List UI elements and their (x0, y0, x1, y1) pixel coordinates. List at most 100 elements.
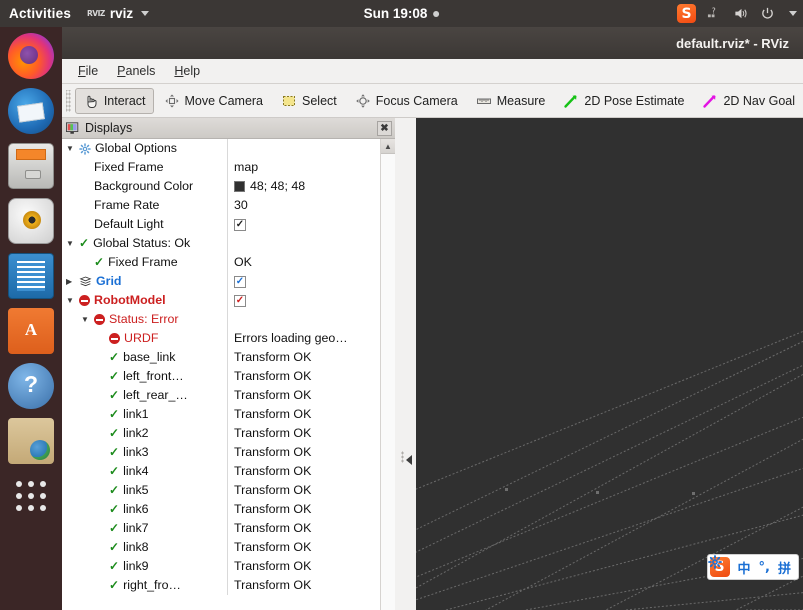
activities-button[interactable]: Activities (0, 6, 81, 21)
displays-tree-row[interactable]: ✓link2Transform OK (62, 424, 380, 443)
displays-tree-row-value[interactable]: ✓ (227, 291, 380, 310)
sogou-tray-icon[interactable]: S (677, 4, 696, 23)
input-method-icon[interactable]: ? (707, 6, 722, 21)
tool-measure-button[interactable]: Measure (468, 88, 554, 114)
displays-tree-row-value[interactable]: Transform OK (227, 481, 380, 500)
displays-tree-row[interactable]: ✓link7Transform OK (62, 519, 380, 538)
displays-tree-row-value[interactable]: ✓ (227, 215, 380, 234)
enable-checkbox[interactable]: ✓ (234, 219, 246, 231)
displays-tree-row[interactable]: ✓link4Transform OK (62, 462, 380, 481)
displays-tree-row-value[interactable]: ✓ (227, 272, 380, 291)
displays-tree-row-value[interactable]: Transform OK (227, 519, 380, 538)
displays-tree-row[interactable]: ✓link1Transform OK (62, 405, 380, 424)
displays-tree-row[interactable]: ▼Status: Error (62, 310, 380, 329)
scroll-up-icon[interactable]: ▲ (381, 139, 395, 154)
displays-tree-row-value[interactable]: map (227, 158, 380, 177)
displays-tree-row-value[interactable]: Transform OK (227, 405, 380, 424)
3d-viewport[interactable]: S 中 °, 拼 (416, 118, 803, 610)
tool-interact-button[interactable]: Interact (75, 88, 154, 114)
displays-tree-row[interactable]: Fixed Framemap (62, 158, 380, 177)
dock-item-rhythmbox[interactable] (8, 198, 54, 244)
power-icon[interactable] (760, 6, 775, 21)
splitter-collapse-arrow-icon[interactable] (406, 455, 412, 465)
scroll-track[interactable] (381, 154, 395, 610)
gear-icon[interactable] (708, 555, 722, 569)
displays-vertical-scrollbar[interactable]: ▲ (380, 139, 395, 610)
displays-tree-row-value[interactable]: OK (227, 253, 380, 272)
displays-tree-row-value[interactable]: 30 (227, 196, 380, 215)
displays-tree-row[interactable]: URDFErrors loading geo… (62, 329, 380, 348)
system-menu-caret-icon[interactable] (789, 11, 797, 16)
ime-pinyin-toggle[interactable]: 拼 (778, 558, 791, 577)
expander-collapse-icon[interactable]: ▼ (66, 145, 75, 153)
clock-button[interactable]: Sun 19:08 (364, 6, 440, 21)
menu-file[interactable]: File (70, 61, 106, 81)
menu-help[interactable]: Help (166, 61, 208, 81)
displays-tree-row-value[interactable]: Transform OK (227, 424, 380, 443)
displays-tree-row[interactable]: Background Color48; 48; 48 (62, 177, 380, 196)
displays-tree-row-value[interactable]: Transform OK (227, 443, 380, 462)
ime-mode-chinese[interactable]: 中 (738, 558, 751, 577)
toolbar-grip-handle[interactable] (66, 90, 71, 112)
displays-tree-row-value[interactable] (227, 139, 380, 158)
displays-tree-row-value[interactable]: Errors loading geo… (227, 329, 380, 348)
displays-tree-row[interactable]: ▼RobotModel✓ (62, 291, 380, 310)
dock-item-amazon[interactable] (8, 418, 54, 464)
displays-tree-row-value[interactable] (227, 310, 380, 329)
close-icon[interactable]: ✖ (377, 121, 392, 136)
displays-tree-row-value[interactable]: Transform OK (227, 462, 380, 481)
displays-tree-row[interactable]: ▼✓Global Status: Ok (62, 234, 380, 253)
dock-item-ubuntu-software[interactable] (8, 308, 54, 354)
displays-tree-row-value[interactable]: Transform OK (227, 367, 380, 386)
sogou-ime-toolbar[interactable]: S 中 °, 拼 (707, 554, 799, 580)
tool-select-button[interactable]: Select (273, 88, 345, 114)
displays-tree-row[interactable]: ✓left_rear_…Transform OK (62, 386, 380, 405)
tool-move-camera-button[interactable]: Move Camera (156, 88, 272, 114)
enable-checkbox[interactable]: ✓ (234, 276, 246, 288)
displays-tree-row-value[interactable]: Transform OK (227, 386, 380, 405)
dock-item-libreoffice-writer[interactable] (8, 253, 54, 299)
expander-collapse-icon[interactable]: ▼ (81, 316, 90, 324)
menu-panels[interactable]: Panels (109, 61, 163, 81)
tool-focus-camera-button[interactable]: Focus Camera (347, 88, 466, 114)
status-ok-check-icon: ✓ (109, 424, 119, 443)
displays-tree[interactable]: ▼Global OptionsFixed FramemapBackground … (62, 139, 380, 610)
displays-tree-row[interactable]: ✓base_linkTransform OK (62, 348, 380, 367)
displays-tree-row[interactable]: ✓right_fro…Transform OK (62, 576, 380, 595)
displays-tree-row[interactable]: ▶Grid✓ (62, 272, 380, 291)
volume-icon[interactable] (733, 6, 749, 21)
background-color-swatch[interactable] (234, 181, 245, 192)
displays-tree-row[interactable]: ▼Global Options (62, 139, 380, 158)
app-menu-button[interactable]: RVIZ rviz (87, 6, 149, 21)
displays-tree-row-value[interactable]: Transform OK (227, 538, 380, 557)
displays-tree-row[interactable]: ✓link3Transform OK (62, 443, 380, 462)
panel-splitter[interactable] (395, 118, 416, 610)
ime-punctuation-toggle[interactable]: °, (759, 560, 770, 575)
dock-item-help[interactable] (8, 363, 54, 409)
displays-tree-row-value[interactable]: Transform OK (227, 500, 380, 519)
expander-collapse-icon[interactable]: ▼ (66, 297, 75, 305)
expander-expand-icon[interactable]: ▶ (66, 278, 75, 286)
displays-tree-row-value[interactable]: Transform OK (227, 348, 380, 367)
displays-tree-row[interactable]: ✓link9Transform OK (62, 557, 380, 576)
displays-tree-row-value[interactable] (227, 234, 380, 253)
displays-tree-row-value[interactable]: 48; 48; 48 (227, 177, 380, 196)
displays-tree-row[interactable]: Frame Rate30 (62, 196, 380, 215)
displays-tree-row-value[interactable]: Transform OK (227, 576, 380, 595)
displays-tree-row[interactable]: ✓link5Transform OK (62, 481, 380, 500)
dock-item-files[interactable] (8, 143, 54, 189)
displays-tree-row[interactable]: ✓Fixed FrameOK (62, 253, 380, 272)
tool-2d-pose-estimate-button[interactable]: 2D Pose Estimate (555, 88, 692, 114)
dock-item-firefox[interactable] (8, 33, 54, 79)
expander-collapse-icon[interactable]: ▼ (66, 240, 75, 248)
row-value-text: Transform OK (234, 424, 311, 443)
displays-tree-row[interactable]: ✓left_front…Transform OK (62, 367, 380, 386)
displays-tree-row[interactable]: ✓link8Transform OK (62, 538, 380, 557)
displays-tree-row-value[interactable]: Transform OK (227, 557, 380, 576)
tool-2d-nav-goal-button[interactable]: 2D Nav Goal (694, 88, 803, 114)
show-applications-icon[interactable] (8, 473, 54, 519)
enable-checkbox[interactable]: ✓ (234, 295, 246, 307)
displays-tree-row[interactable]: Default Light✓ (62, 215, 380, 234)
displays-tree-row[interactable]: ✓link6Transform OK (62, 500, 380, 519)
dock-item-thunderbird[interactable] (8, 88, 54, 134)
